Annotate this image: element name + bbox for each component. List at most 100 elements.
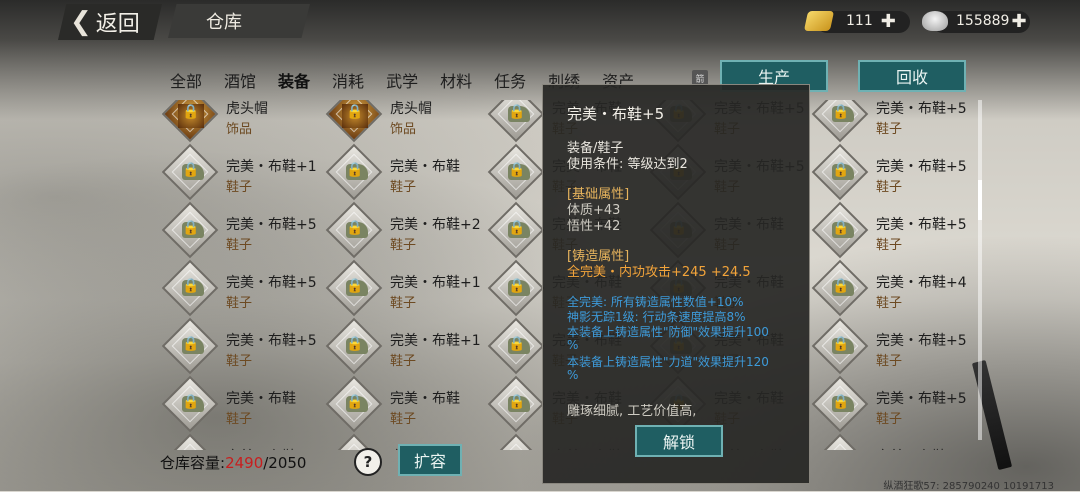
inventory-item[interactable]: 🔒 完美・布鞋+5 鞋子 <box>811 201 972 264</box>
silver-currency: 155889 ✚ <box>922 8 1030 34</box>
item-name: 完美・布鞋+1 <box>226 446 317 450</box>
lock-icon: 🔒 <box>346 394 364 410</box>
inventory-item[interactable]: 🔒 完美・布鞋+5 鞋子 <box>811 317 972 380</box>
inventory-item[interactable]: 🔒 虎头帽 饰品 <box>325 100 486 148</box>
footer-id: 纵酒狂歌57: 285790240 10191713 <box>883 481 1054 492</box>
lock-icon: 🔒 <box>832 336 850 352</box>
item-name: 完美・布鞋 <box>390 159 460 175</box>
tab-equipment[interactable]: 装备 <box>278 68 310 92</box>
item-name: 完美・布鞋+1 <box>390 333 481 349</box>
lock-icon: 🔒 <box>508 278 526 294</box>
tab-materials[interactable]: 材料 <box>440 68 472 92</box>
item-name: 完美・布鞋 <box>226 391 296 407</box>
inventory-item[interactable]: 🔒 完美・布鞋+2 鞋子 <box>325 201 486 264</box>
lock-icon: 🔒 <box>832 394 850 410</box>
item-name: 完美・布鞋+1 <box>390 275 481 291</box>
inventory-item[interactable]: 🔒 完美・布鞋+5 鞋子 <box>811 100 972 148</box>
item-name: 完美・布鞋+5 <box>876 159 967 175</box>
tooltip-forge-1: 全完美・内功攻击+245 +24.5 <box>567 265 751 280</box>
lock-icon: 🔒 <box>508 336 526 352</box>
tooltip-title: 完美・布鞋+5 <box>567 105 665 123</box>
item-type: 鞋子 <box>390 354 417 369</box>
tooltip-base-2: 悟性+42 <box>567 219 621 234</box>
tab-martial-arts[interactable]: 武学 <box>386 68 418 92</box>
item-name: 完美・布鞋+4 <box>876 275 967 291</box>
gold-ingot-icon <box>803 11 835 31</box>
page-title: 仓库 <box>168 4 310 38</box>
inventory-item[interactable]: 🔒完美・布鞋+1鞋子 <box>162 143 322 206</box>
item-type: 鞋子 <box>876 296 903 311</box>
lock-icon: 🔒 <box>182 220 200 236</box>
item-name: 完美・布鞋+5 <box>226 333 317 349</box>
tab-tavern[interactable]: 酒馆 <box>224 68 256 92</box>
tooltip-effect-3b: % <box>567 338 579 352</box>
inventory-item[interactable]: 🔒 完美・布鞋+5 鞋子 <box>811 375 972 438</box>
inventory-item[interactable]: 🔒完美・布鞋鞋子 <box>162 375 322 438</box>
chevron-left-icon: ❮ <box>70 7 92 37</box>
item-name: 完美・布鞋+5 <box>876 101 967 117</box>
add-gold-button[interactable]: ✚ <box>881 11 896 32</box>
item-name: 完美・布鞋+5 <box>226 275 317 291</box>
tooltip-effect-4: 本装备上铸造属性"力道"效果提升120 <box>567 355 769 369</box>
inventory-item[interactable]: 🔒 完美・布鞋+1 鞋子 <box>325 259 486 322</box>
item-type: 鞋子 <box>876 354 903 369</box>
scrollbar[interactable] <box>978 100 982 440</box>
recycle-button[interactable]: 回收 <box>858 60 966 92</box>
inventory-item[interactable]: 🔒 完美・布鞋+5 鞋子 <box>162 317 322 380</box>
capacity-total: /2050 <box>263 454 307 472</box>
item-name: 完美・布鞋+5 <box>876 333 967 349</box>
help-icon[interactable]: ? <box>354 448 382 476</box>
expand-button[interactable]: 扩容 <box>398 444 462 476</box>
item-type: 鞋子 <box>876 412 903 427</box>
inventory-item[interactable]: 🔒 完美・布鞋+5 鞋子 <box>811 143 972 206</box>
item-name: 完美・布鞋+5 <box>876 217 967 233</box>
inventory-item[interactable]: 🔒完美・布鞋+1鞋子 <box>325 317 486 380</box>
item-name: 完美・布鞋 <box>390 391 460 407</box>
inventory-item[interactable]: 🔒完美・布鞋+1鞋子 <box>162 433 322 450</box>
tab-consumables[interactable]: 消耗 <box>332 68 364 92</box>
item-name: 虎头帽 <box>226 101 268 117</box>
lock-icon: 🔒 <box>346 104 364 120</box>
lock-icon: 🔒 <box>346 278 364 294</box>
item-name: 完美・布鞋+5 <box>226 217 317 233</box>
add-silver-button[interactable]: ✚ <box>1011 11 1026 32</box>
inventory-item[interactable]: 🔒完美・布鞋鞋子 <box>811 433 972 450</box>
lock-icon: 🔒 <box>346 220 364 236</box>
lock-icon: 🔒 <box>182 336 200 352</box>
item-type: 鞋子 <box>876 122 903 137</box>
inventory-item[interactable]: 🔒 完美・布鞋+5 鞋子 <box>162 259 322 322</box>
item-type: 鞋子 <box>226 354 253 369</box>
lock-icon: 🔒 <box>508 220 526 236</box>
tab-all[interactable]: 全部 <box>170 68 202 92</box>
capacity-used: 2490 <box>225 454 264 472</box>
lock-icon: 🔒 <box>182 162 200 178</box>
silver-value: 155889 <box>956 13 1010 29</box>
tab-quests[interactable]: 任务 <box>494 68 526 92</box>
tooltip-description: 雕琢细腻, 工艺价值高, <box>567 404 697 419</box>
unlock-button[interactable]: 解锁 <box>635 425 723 457</box>
back-label: 返回 <box>95 12 140 37</box>
capacity-label: 仓库容量: <box>160 454 226 472</box>
inventory-item[interactable]: 🔒 完美・布鞋+4 鞋子 <box>811 259 972 322</box>
item-type: 鞋子 <box>226 412 253 427</box>
item-name: 完美・布鞋+5 <box>876 391 967 407</box>
inventory-item[interactable]: 🔒 完美・布鞋鞋子 <box>325 375 486 438</box>
item-type: 鞋子 <box>390 296 417 311</box>
silver-ingot-icon <box>922 11 948 31</box>
back-button[interactable]: ❮ 返回 <box>58 4 162 40</box>
item-type: 鞋子 <box>876 180 903 195</box>
item-type: 鞋子 <box>226 296 253 311</box>
lock-icon: 🔒 <box>832 162 850 178</box>
inventory-item[interactable]: 🔒 完美・布鞋鞋子 <box>325 143 486 206</box>
lock-icon: 🔒 <box>182 278 200 294</box>
inventory-item[interactable]: 🔒 完美・布鞋+5 鞋子 <box>162 201 322 264</box>
gold-value: 111 <box>846 13 873 29</box>
lock-icon: 🔒 <box>346 162 364 178</box>
item-type: 鞋子 <box>876 238 903 253</box>
scrollbar-thumb[interactable] <box>978 180 982 220</box>
item-type: 鞋子 <box>390 180 417 195</box>
lock-icon: 🔒 <box>508 162 526 178</box>
item-type: 饰品 <box>226 122 253 137</box>
item-type: 鞋子 <box>390 412 417 427</box>
inventory-item[interactable]: 🔒 虎头帽 饰品 <box>162 100 322 148</box>
